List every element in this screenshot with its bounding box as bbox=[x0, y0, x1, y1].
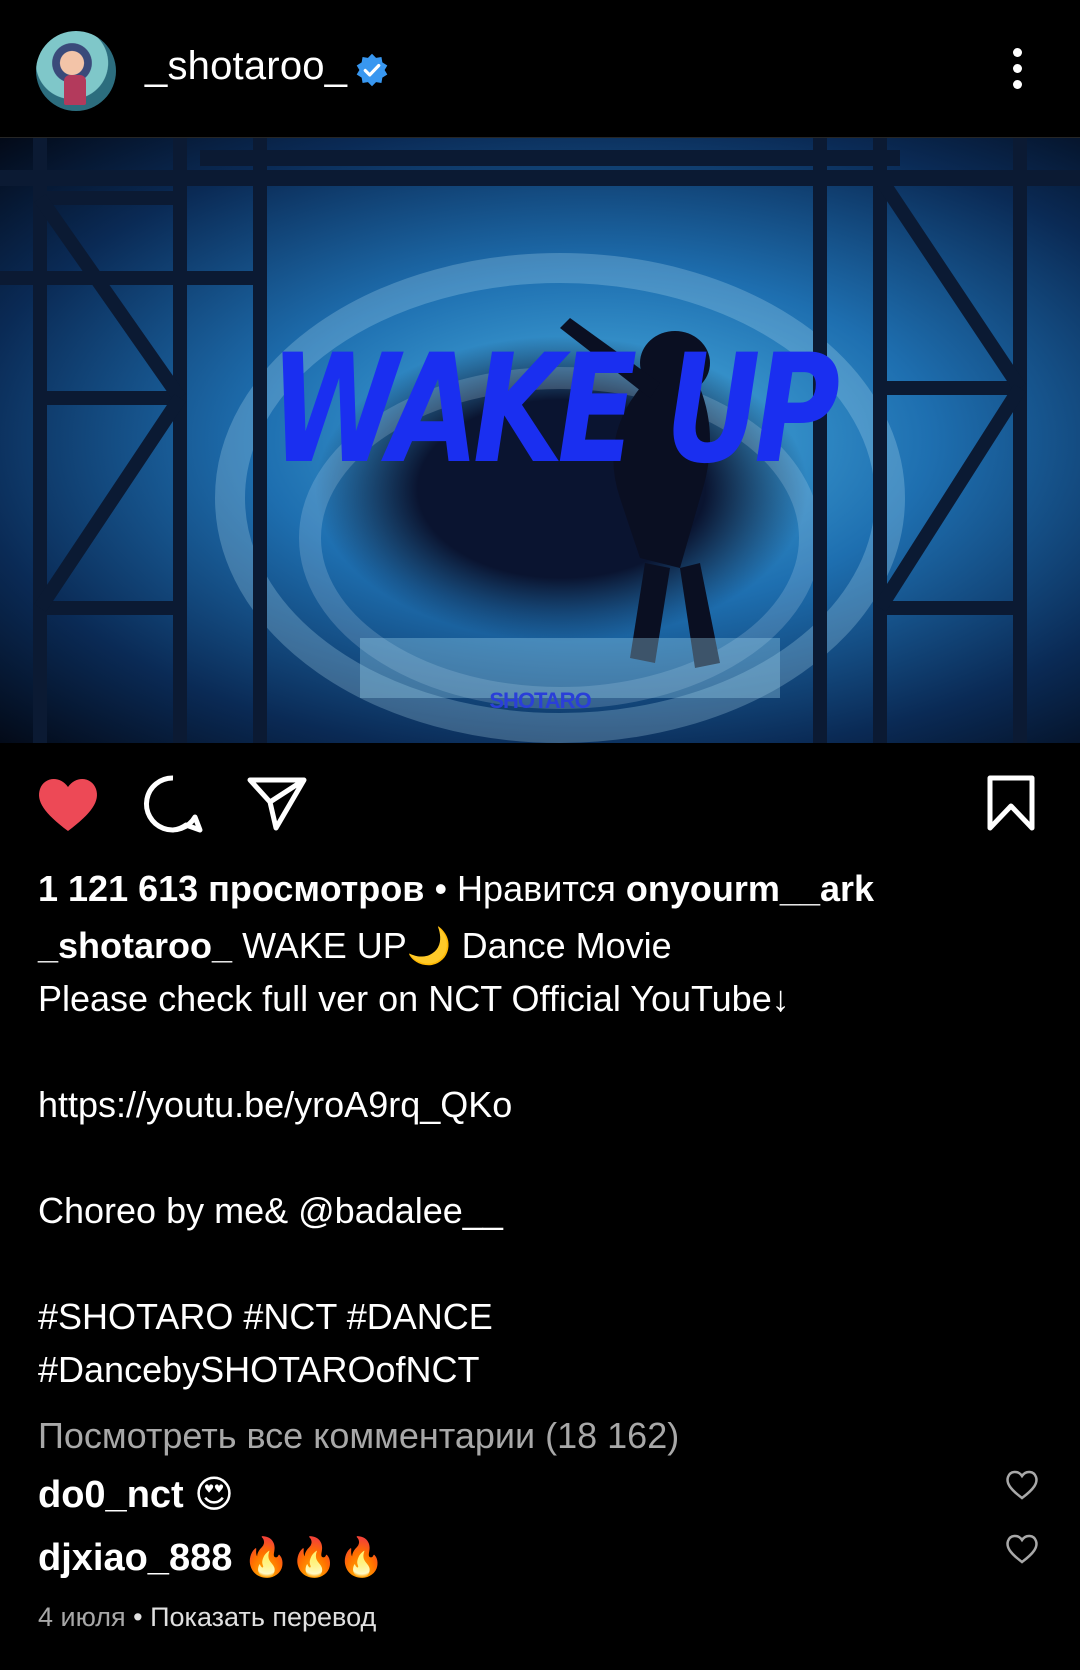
comment-user[interactable]: do0_nct bbox=[38, 1474, 184, 1516]
caption-line-2: Please check full ver on NCT Official Yo… bbox=[38, 978, 790, 1019]
likes-prefix: • Нравится bbox=[434, 868, 616, 909]
view-all-comments[interactable]: Посмотреть все комментарии (18 162) bbox=[38, 1415, 679, 1457]
comment-text: 😍 bbox=[194, 1474, 234, 1516]
show-translation-link[interactable]: • Показать перевод bbox=[133, 1602, 376, 1632]
video-title-overlay: WAKE UP bbox=[269, 323, 840, 497]
comment-like-icon[interactable] bbox=[1005, 1534, 1039, 1564]
caption-text: WAKE UP🌙 Dance Movie bbox=[242, 925, 672, 966]
video-signature: SHOTARO bbox=[489, 688, 591, 713]
comment-user[interactable]: djxiao_888 bbox=[38, 1537, 232, 1579]
post-date: 4 июля bbox=[38, 1602, 126, 1632]
caption-link[interactable]: https://youtu.be/yroA9rq_QKo bbox=[38, 1087, 512, 1123]
caption-line-1: _shotaroo_ WAKE UP🌙 Dance Movie bbox=[38, 928, 672, 964]
share-icon[interactable] bbox=[246, 774, 308, 832]
bookmark-icon[interactable] bbox=[986, 774, 1036, 832]
post-meta: 4 июля • Показать перевод bbox=[38, 1602, 376, 1633]
verified-icon bbox=[356, 53, 388, 87]
liked-by-user[interactable]: onyourm__ark bbox=[626, 868, 874, 909]
caption-hashtags-1[interactable]: #SHOTARO #NCT #DANCE bbox=[38, 1299, 493, 1335]
views-count[interactable]: 1 121 613 просмотров bbox=[38, 868, 424, 909]
post-header: _shotaroo_ bbox=[0, 0, 1080, 138]
comment-text: 🔥🔥🔥 bbox=[242, 1537, 385, 1579]
heart-icon[interactable] bbox=[36, 775, 100, 833]
caption-choreo: Choreo by me& @badalee__ bbox=[38, 1190, 503, 1231]
comment-row: do0_nct 😍 bbox=[38, 1472, 234, 1517]
more-options-icon[interactable] bbox=[1000, 46, 1036, 92]
comment-row: djxiao_888 🔥🔥🔥 bbox=[38, 1536, 385, 1580]
likes-line: 1 121 613 просмотров • Нравится onyourm_… bbox=[38, 868, 874, 910]
username[interactable]: _shotaroo_ bbox=[145, 44, 347, 89]
caption-author[interactable]: _shotaroo_ bbox=[38, 925, 232, 966]
comment-like-icon[interactable] bbox=[1005, 1470, 1039, 1500]
comment-icon[interactable] bbox=[142, 773, 204, 835]
caption-hashtags-2[interactable]: #DancebySHOTAROofNCT bbox=[38, 1352, 479, 1388]
avatar[interactable] bbox=[36, 31, 116, 111]
post-video[interactable]: WAKE UP SHOTARO bbox=[0, 138, 1080, 743]
